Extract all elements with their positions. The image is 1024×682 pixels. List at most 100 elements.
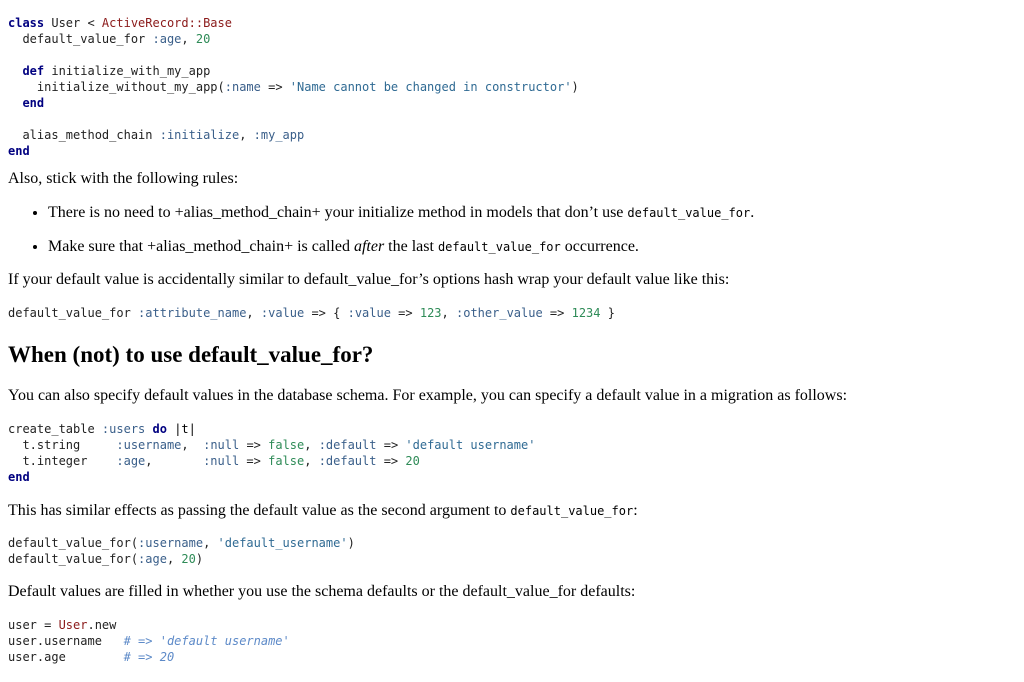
code-line: def initialize_with_my_app: [8, 64, 210, 78]
code-token: :age: [116, 454, 146, 468]
code-token: ): [347, 536, 355, 550]
code-token: =>: [390, 306, 420, 320]
code-token: =>: [376, 438, 406, 452]
code-token: :username: [138, 536, 204, 550]
code-token: ,: [203, 536, 218, 550]
code-token: default_value_for(: [8, 552, 139, 566]
code-token: def: [22, 64, 45, 78]
code-token: do: [152, 422, 167, 436]
code-line: end: [8, 144, 30, 158]
code-block-default-calls: default_value_for(:username, 'default_us…: [8, 535, 355, 567]
code-token: 'Name cannot be changed in constructor': [289, 80, 572, 94]
code-token: ActiveRecord::Base: [101, 16, 232, 30]
code-token: end: [8, 470, 30, 484]
code-token: :value: [347, 306, 391, 320]
code-token: alias_method_chain: [8, 128, 160, 142]
code-line: alias_method_chain :initialize, :my_app: [8, 128, 304, 142]
code-token: |t|: [166, 422, 196, 436]
code-token: User: [58, 618, 88, 632]
code-line: class User < ActiveRecord::Base: [8, 16, 232, 30]
code-token: 1234: [571, 306, 601, 320]
code-token: ,: [304, 438, 319, 452]
code-token: default_value_for(: [8, 536, 139, 550]
code-token: => {: [304, 306, 348, 320]
code-line: end: [8, 470, 30, 484]
code-token: :null: [203, 438, 240, 452]
code-token: :null: [203, 454, 240, 468]
code-line: default_value_for(:username, 'default_us…: [8, 536, 355, 550]
code-line: default_value_for :age, 20: [8, 32, 210, 46]
code-token: 20: [195, 32, 211, 46]
code-line: user.age # => 20: [8, 650, 174, 664]
code-line: initialize_without_my_app(:name => 'Name…: [8, 80, 579, 94]
rule-item-1: There is no need to +alias_method_chain+…: [48, 203, 1024, 223]
code-block-user-example: user = User.new user.username # => 'defa…: [8, 617, 290, 665]
code-token: :other_value: [456, 306, 543, 320]
code-block-migration: create_table :users do |t| t.string :use…: [8, 421, 535, 485]
code-line: default_value_for :attribute_name, :valu…: [8, 306, 615, 320]
code-line: t.integer :age, :null => false, :default…: [8, 454, 420, 468]
code-token: =>: [239, 454, 269, 468]
code-token: 123: [419, 306, 442, 320]
code-token: ,: [246, 306, 261, 320]
code-token: ,: [239, 128, 254, 142]
code-token: # => 20: [123, 650, 175, 664]
filled-paragraph: Default values are filled in whether you…: [8, 583, 636, 600]
code-token: :value: [260, 306, 305, 320]
code-token: create_table: [8, 422, 102, 436]
code-token: ,: [145, 454, 204, 468]
rule-item-2: Make sure that +alias_method_chain+ is c…: [48, 237, 1024, 257]
code-block-hash-wrap: default_value_for :attribute_name, :valu…: [8, 305, 615, 321]
code-token: default_value_for: [8, 32, 153, 46]
emphasis: after: [353, 238, 385, 255]
code-block-user-class: class User < ActiveRecord::Base default_…: [8, 15, 579, 159]
code-token: default_value_for: [8, 306, 139, 320]
code-token: # => 'default username': [123, 634, 290, 648]
code-token: :initialize: [159, 128, 240, 142]
code-token: :username: [116, 438, 182, 452]
code-token: end: [8, 144, 30, 158]
code-token: user =: [8, 618, 59, 632]
code-token: t.string: [8, 438, 117, 452]
code-token: :age: [152, 32, 182, 46]
code-token: ,: [441, 306, 456, 320]
code-token: 20: [181, 552, 196, 566]
code-token: initialize_without_my_app(: [8, 80, 225, 94]
code-token: ,: [304, 454, 319, 468]
code-token: 20: [405, 454, 420, 468]
code-token: t.integer: [8, 454, 117, 468]
code-token: }: [600, 306, 615, 320]
code-token: :default: [318, 454, 377, 468]
code-token: ,: [181, 32, 196, 46]
code-token: class: [8, 16, 45, 30]
code-token: 'default_username': [217, 536, 348, 550]
code-token: 'default username': [405, 438, 536, 452]
code-token: user.username: [8, 634, 124, 648]
code-token: .new: [87, 618, 117, 632]
code-line: t.string :username, :null => false, :def…: [8, 438, 535, 452]
rules-intro: Also, stick with the following rules:: [8, 170, 239, 187]
rules-list: There is no need to +alias_method_chain+…: [8, 203, 1024, 257]
code-token: :my_app: [253, 128, 305, 142]
code-token: :users: [101, 422, 146, 436]
code-token: :default: [318, 438, 377, 452]
code-line: user.username # => 'default username': [8, 634, 290, 648]
section-heading: When (not) to use default_value_for?: [8, 342, 374, 367]
code-token: :name: [224, 80, 261, 94]
code-token: false: [268, 454, 305, 468]
code-token: ): [195, 552, 204, 566]
code-token: =>: [239, 438, 269, 452]
schema-paragraph: You can also specify default values in t…: [8, 387, 848, 404]
code-token: =>: [542, 306, 572, 320]
similar-paragraph: This has similar effects as passing the …: [8, 502, 638, 519]
code-token: :age: [138, 552, 167, 566]
code-line: user = User.new: [8, 618, 116, 632]
code-token: =>: [376, 454, 406, 468]
code-token: initialize_with_my_app: [44, 64, 211, 78]
code-line: create_table :users do |t|: [8, 422, 196, 436]
code-token: :attribute_name: [138, 306, 247, 320]
code-token: ,: [181, 438, 204, 452]
